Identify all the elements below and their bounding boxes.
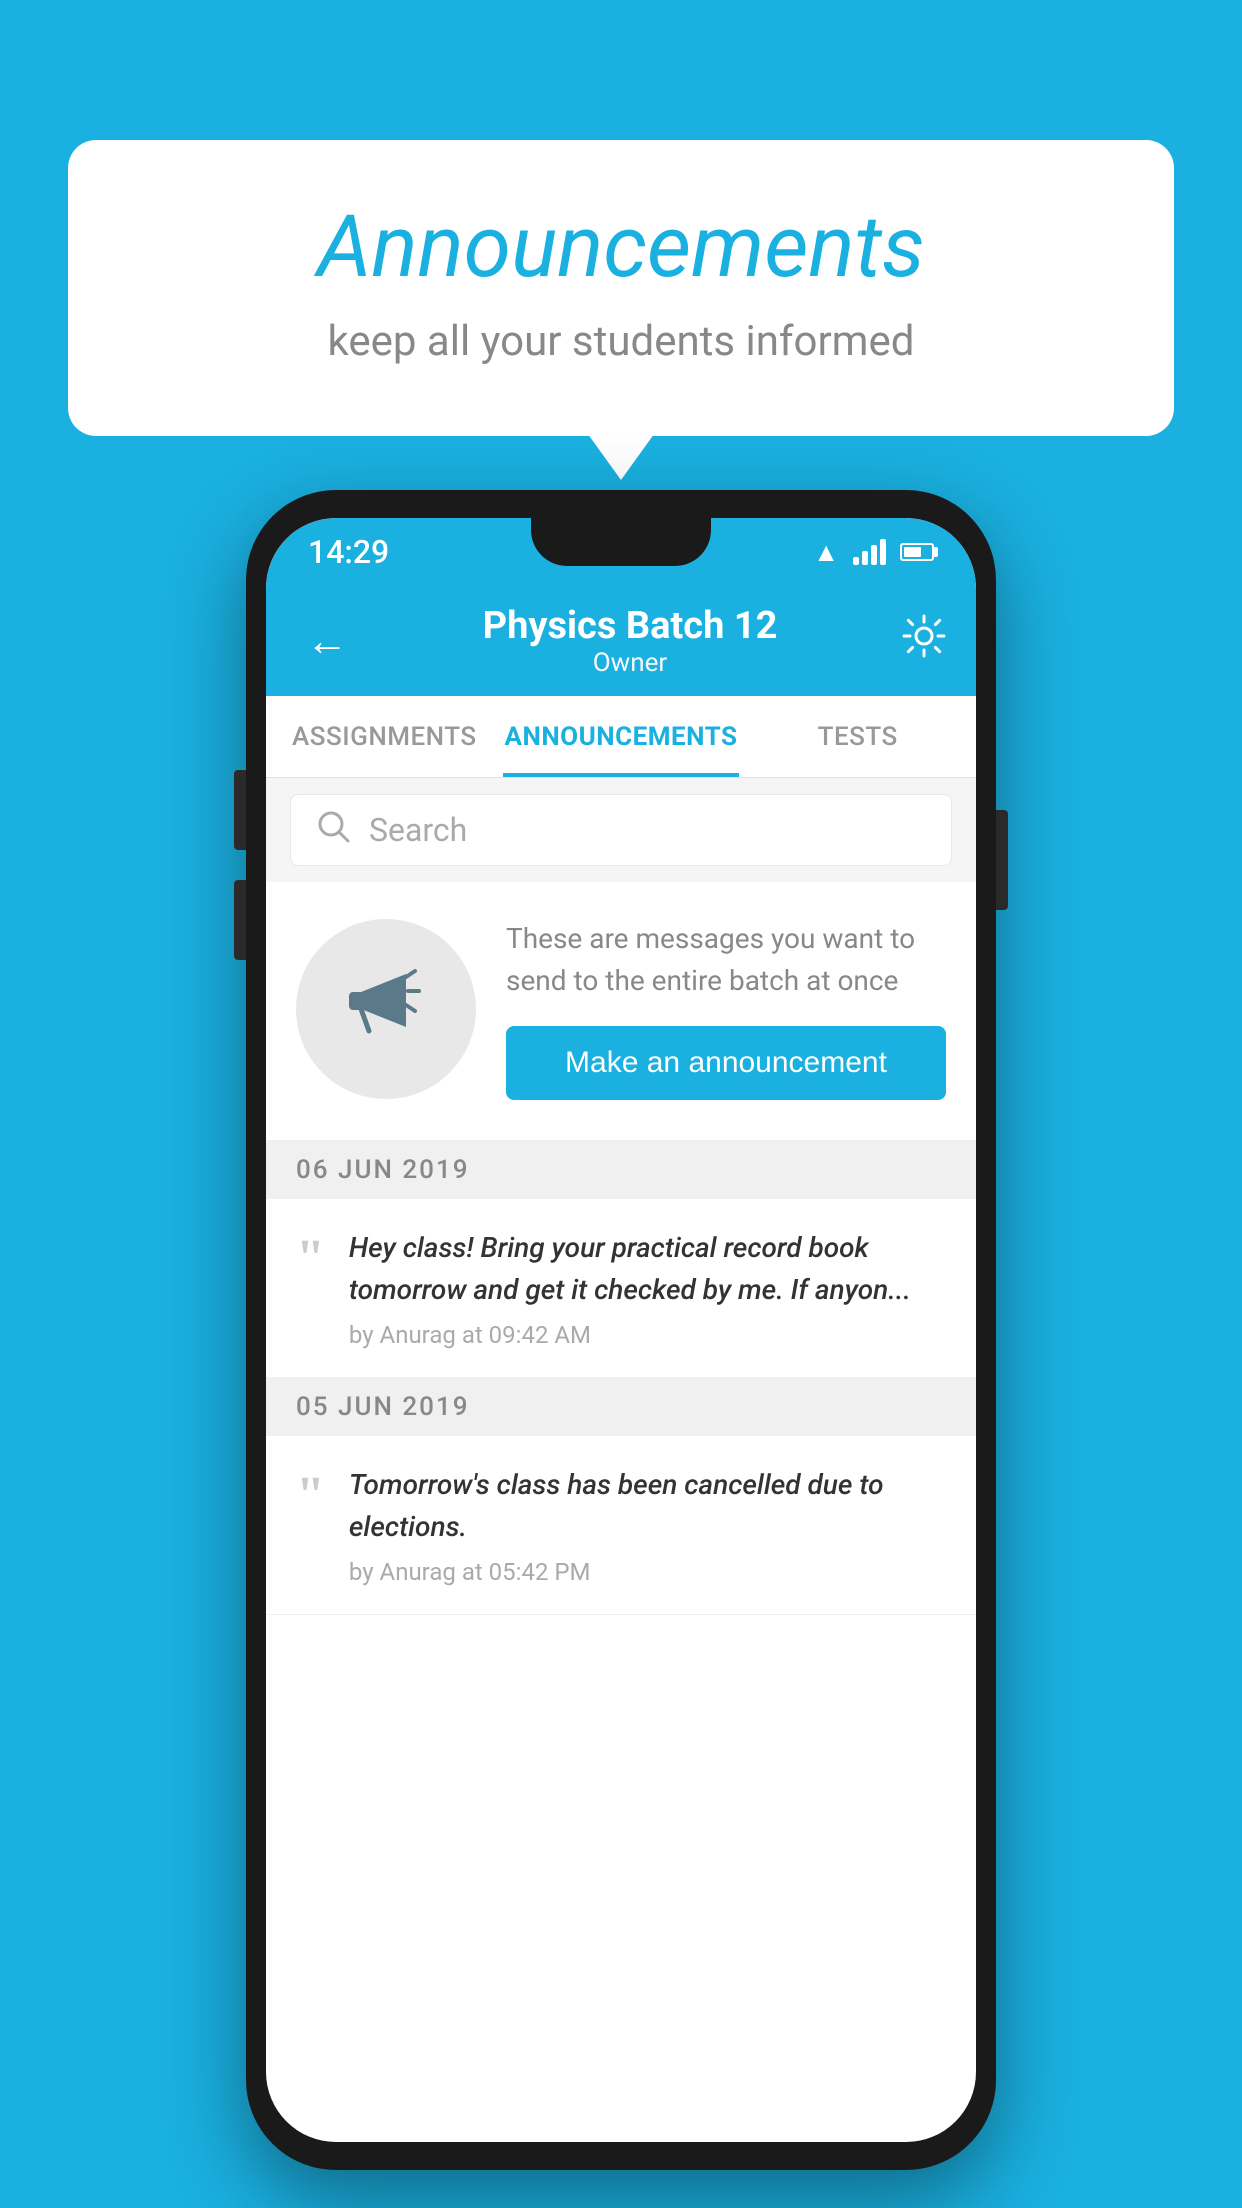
announcement-content-2: Tomorrow's class has been cancelled due … <box>349 1464 946 1586</box>
search-icon <box>315 808 351 853</box>
app-header: ← Physics Batch 12 Owner <box>266 586 976 696</box>
header-center: Physics Batch 12 Owner <box>483 604 778 678</box>
phone-notch <box>531 518 711 566</box>
header-title: Physics Batch 12 <box>483 604 778 648</box>
volume-down-button <box>234 880 246 960</box>
settings-button[interactable] <box>902 614 946 669</box>
announcement-item-1[interactable]: " Hey class! Bring your practical record… <box>266 1199 976 1378</box>
megaphone-icon <box>341 954 431 1064</box>
promo-content: These are messages you want to send to t… <box>506 918 946 1100</box>
date-label-1: 06 JUN 2019 <box>296 1155 470 1185</box>
bubble-subtitle: keep all your students informed <box>148 317 1094 366</box>
status-time: 14:29 <box>308 533 389 571</box>
status-icons: ▲ <box>813 537 934 568</box>
tab-announcements[interactable]: ANNOUNCEMENTS <box>503 696 740 777</box>
tab-assignments[interactable]: ASSIGNMENTS <box>266 696 503 777</box>
promo-icon-circle <box>296 919 476 1099</box>
announcement-meta-1: by Anurag at 09:42 AM <box>349 1321 946 1349</box>
phone-mockup: 14:29 ▲ <box>246 490 996 2170</box>
power-button <box>996 810 1008 910</box>
speech-bubble-container: Announcements keep all your students inf… <box>68 140 1174 436</box>
search-container: Search <box>266 778 976 882</box>
announcement-text-1: Hey class! Bring your practical record b… <box>349 1227 946 1311</box>
volume-up-button <box>234 770 246 850</box>
announcement-meta-2: by Anurag at 05:42 PM <box>349 1558 946 1586</box>
phone-screen: 14:29 ▲ <box>266 518 976 2142</box>
quote-icon-2: " <box>296 1470 325 1522</box>
tab-tests[interactable]: TESTS <box>739 696 976 777</box>
search-bar[interactable]: Search <box>290 794 952 866</box>
tabs-container: ASSIGNMENTS ANNOUNCEMENTS TESTS <box>266 696 976 778</box>
search-placeholder: Search <box>369 811 467 849</box>
promo-description: These are messages you want to send to t… <box>506 918 946 1002</box>
screen-content: 14:29 ▲ <box>266 518 976 2142</box>
quote-icon-1: " <box>296 1233 325 1285</box>
date-separator-1: 06 JUN 2019 <box>266 1141 976 1199</box>
make-announcement-button[interactable]: Make an announcement <box>506 1026 946 1100</box>
bubble-title: Announcements <box>148 200 1094 295</box>
announcement-content-1: Hey class! Bring your practical record b… <box>349 1227 946 1349</box>
header-subtitle: Owner <box>483 648 778 678</box>
phone-outer: 14:29 ▲ <box>246 490 996 2170</box>
wifi-icon: ▲ <box>813 537 839 568</box>
battery-icon <box>900 543 934 561</box>
back-button[interactable]: ← <box>296 607 358 676</box>
signal-icon <box>853 539 886 565</box>
promo-card: These are messages you want to send to t… <box>266 882 976 1141</box>
announcement-item-2[interactable]: " Tomorrow's class has been cancelled du… <box>266 1436 976 1615</box>
speech-bubble: Announcements keep all your students inf… <box>68 140 1174 436</box>
announcement-text-2: Tomorrow's class has been cancelled due … <box>349 1464 946 1548</box>
date-separator-2: 05 JUN 2019 <box>266 1378 976 1436</box>
date-label-2: 05 JUN 2019 <box>296 1392 470 1422</box>
